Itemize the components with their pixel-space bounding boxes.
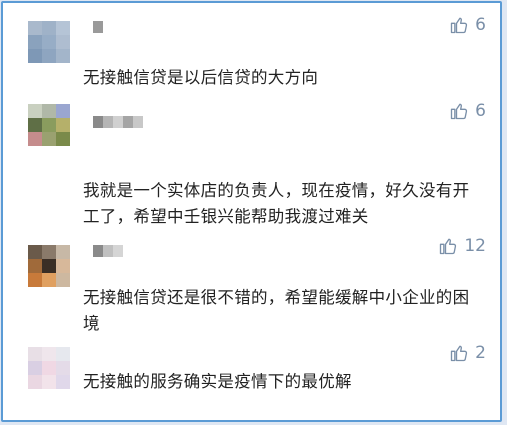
avatar-pixel — [56, 49, 70, 63]
avatar-pixel — [42, 245, 56, 259]
thumbs-up-icon — [451, 103, 468, 120]
username[interactable] — [93, 245, 123, 257]
username-pixel — [93, 245, 103, 257]
thumbs-up-icon — [451, 17, 468, 34]
username-pixel — [133, 116, 143, 128]
avatar-pixel — [42, 104, 56, 118]
username-pixel — [103, 245, 113, 257]
avatar[interactable] — [28, 245, 70, 287]
avatar-pixel — [42, 49, 56, 63]
username-pixel — [93, 116, 103, 128]
comment-text: 无接触的服务确实是疫情下的最优解 — [83, 372, 352, 391]
comment-list: 6 无接触信贷是以后信贷的大方向 6 我就是一个实体店的负责人，现在疫情，好久没… — [1, 1, 502, 422]
like-button[interactable]: 6 — [449, 15, 486, 35]
avatar-pixel — [56, 21, 70, 35]
username[interactable] — [93, 116, 143, 128]
avatar-pixel — [28, 347, 42, 361]
comment-text: 我就是一个实体店的负责人，现在疫情，好久没有开工了，希望中壬银兴能帮助我渡过难关 — [83, 181, 470, 226]
avatar-pixel — [56, 245, 70, 259]
comment-item: 2 无接触的服务确实是疫情下的最优解 — [3, 343, 500, 420]
avatar-pixel — [42, 118, 56, 132]
comment-text: 无接触信贷还是很不错的，希望能缓解中小企业的困境 — [83, 288, 470, 333]
thumbs-up-icon — [451, 345, 468, 362]
like-count: 6 — [475, 101, 486, 121]
like-button[interactable]: 12 — [438, 236, 486, 256]
avatar-pixel — [56, 361, 70, 375]
avatar-pixel — [28, 375, 42, 389]
like-count: 6 — [475, 15, 486, 35]
avatar-pixel — [28, 118, 42, 132]
avatar-pixel — [28, 361, 42, 375]
comment-text: 无接触信贷是以后信贷的大方向 — [83, 68, 319, 87]
avatar-pixel — [42, 273, 56, 287]
username-pixel — [123, 116, 133, 128]
avatar-pixel — [42, 347, 56, 361]
avatar-pixel — [28, 21, 42, 35]
comment-item: 6 无接触信贷是以后信贷的大方向 — [3, 3, 500, 98]
avatar[interactable] — [28, 21, 70, 63]
avatar-pixel — [42, 361, 56, 375]
avatar-pixel — [28, 259, 42, 273]
avatar-pixel — [56, 259, 70, 273]
username-pixel — [103, 116, 113, 128]
avatar-pixel — [28, 49, 42, 63]
username[interactable] — [93, 21, 113, 33]
avatar-pixel — [42, 132, 56, 146]
avatar-pixel — [42, 259, 56, 273]
avatar-pixel — [28, 245, 42, 259]
avatar-pixel — [56, 375, 70, 389]
avatar[interactable] — [28, 104, 70, 146]
avatar-pixel — [28, 273, 42, 287]
avatar[interactable] — [28, 347, 70, 389]
avatar-pixel — [42, 375, 56, 389]
avatar-pixel — [56, 118, 70, 132]
username-pixel — [103, 21, 113, 33]
like-count: 12 — [464, 236, 486, 256]
thumbs-up-icon — [440, 238, 457, 255]
avatar-pixel — [56, 347, 70, 361]
avatar-pixel — [28, 132, 42, 146]
avatar-pixel — [42, 35, 56, 49]
avatar-pixel — [42, 21, 56, 35]
username-pixel — [93, 21, 103, 33]
comment-item: 12 无接触信贷还是很不错的，希望能缓解中小企业的困境 — [3, 233, 500, 343]
avatar-pixel — [56, 132, 70, 146]
username-pixel — [113, 245, 123, 257]
like-button[interactable]: 6 — [449, 101, 486, 121]
avatar-pixel — [56, 104, 70, 118]
username-pixel — [113, 116, 123, 128]
avatar-pixel — [28, 35, 42, 49]
like-count: 2 — [475, 343, 486, 363]
like-button[interactable]: 2 — [449, 343, 486, 363]
avatar-pixel — [28, 104, 42, 118]
avatar-pixel — [56, 273, 70, 287]
comment-item: 6 我就是一个实体店的负责人，现在疫情，好久没有开工了，希望中壬银兴能帮助我渡过… — [3, 98, 500, 233]
avatar-pixel — [56, 35, 70, 49]
